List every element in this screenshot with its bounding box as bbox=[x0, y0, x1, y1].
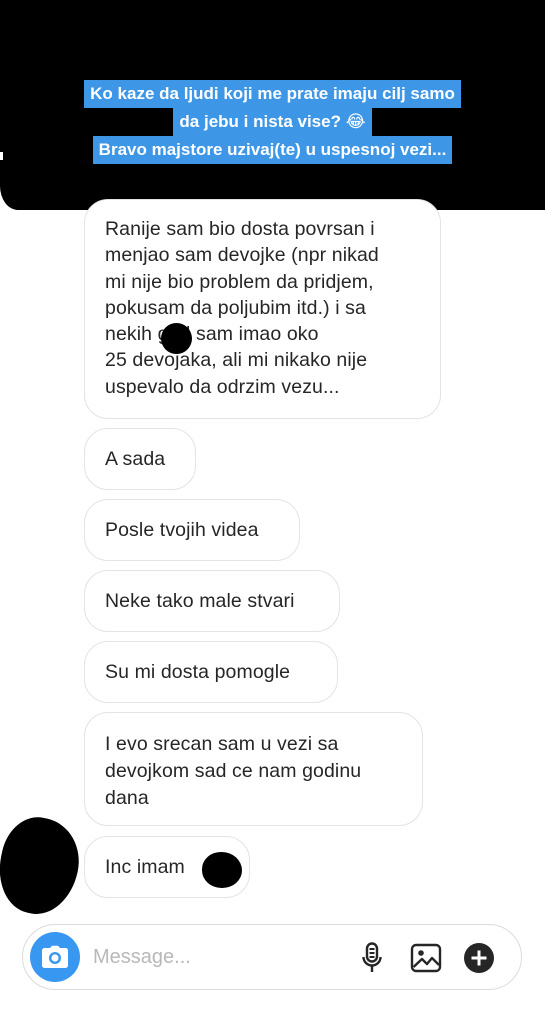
message-bubble[interactable]: Posle tvojih videa bbox=[84, 499, 300, 561]
message-text: I evo srecan sam u vezi sa devojkom sad … bbox=[105, 733, 362, 809]
message-composer bbox=[22, 924, 522, 990]
message-bubble[interactable]: A sada bbox=[84, 428, 196, 490]
message-text: Su mi dosta pomogle bbox=[105, 661, 291, 683]
story-caption-line-2: da jebu i nista vise? 😂 bbox=[173, 108, 372, 136]
story-caption: Ko kaze da ljudi koji me prate imaju cil… bbox=[0, 80, 545, 164]
camera-icon bbox=[42, 945, 68, 968]
message-text: Ranije sam bio dosta povrsan i menjao sa… bbox=[105, 218, 379, 398]
message-input[interactable] bbox=[93, 943, 343, 971]
plus-circle-icon bbox=[464, 943, 494, 973]
story-caption-line-3: Bravo majstore uzivaj(te) u uspesnoj vez… bbox=[92, 136, 453, 164]
message-bubble[interactable]: I evo srecan sam u vezi sa devojkom sad … bbox=[84, 712, 423, 826]
message-bubble[interactable]: Su mi dosta pomogle bbox=[84, 641, 338, 703]
redaction-blot bbox=[202, 852, 242, 888]
microphone-button[interactable] bbox=[356, 942, 388, 974]
avatar bbox=[0, 810, 88, 922]
redaction-blot bbox=[161, 323, 192, 354]
message-bubble[interactable]: Inc imam bbox=[84, 836, 250, 898]
message-text: A sada bbox=[105, 448, 166, 470]
more-button[interactable] bbox=[463, 942, 495, 974]
message-bubble[interactable]: Neke tako male stvari bbox=[84, 570, 340, 632]
gallery-icon bbox=[410, 943, 442, 973]
gallery-button[interactable] bbox=[410, 942, 442, 974]
message-text: Neke tako male stvari bbox=[105, 590, 295, 612]
message-text: Posle tvojih videa bbox=[105, 519, 259, 541]
microphone-icon bbox=[362, 942, 382, 972]
message-bubble[interactable]: Ranije sam bio dosta povrsan i menjao sa… bbox=[84, 199, 441, 419]
camera-button[interactable] bbox=[30, 932, 80, 982]
story-caption-line-1: Ko kaze da ljudi koji me prate imaju cil… bbox=[84, 80, 461, 108]
